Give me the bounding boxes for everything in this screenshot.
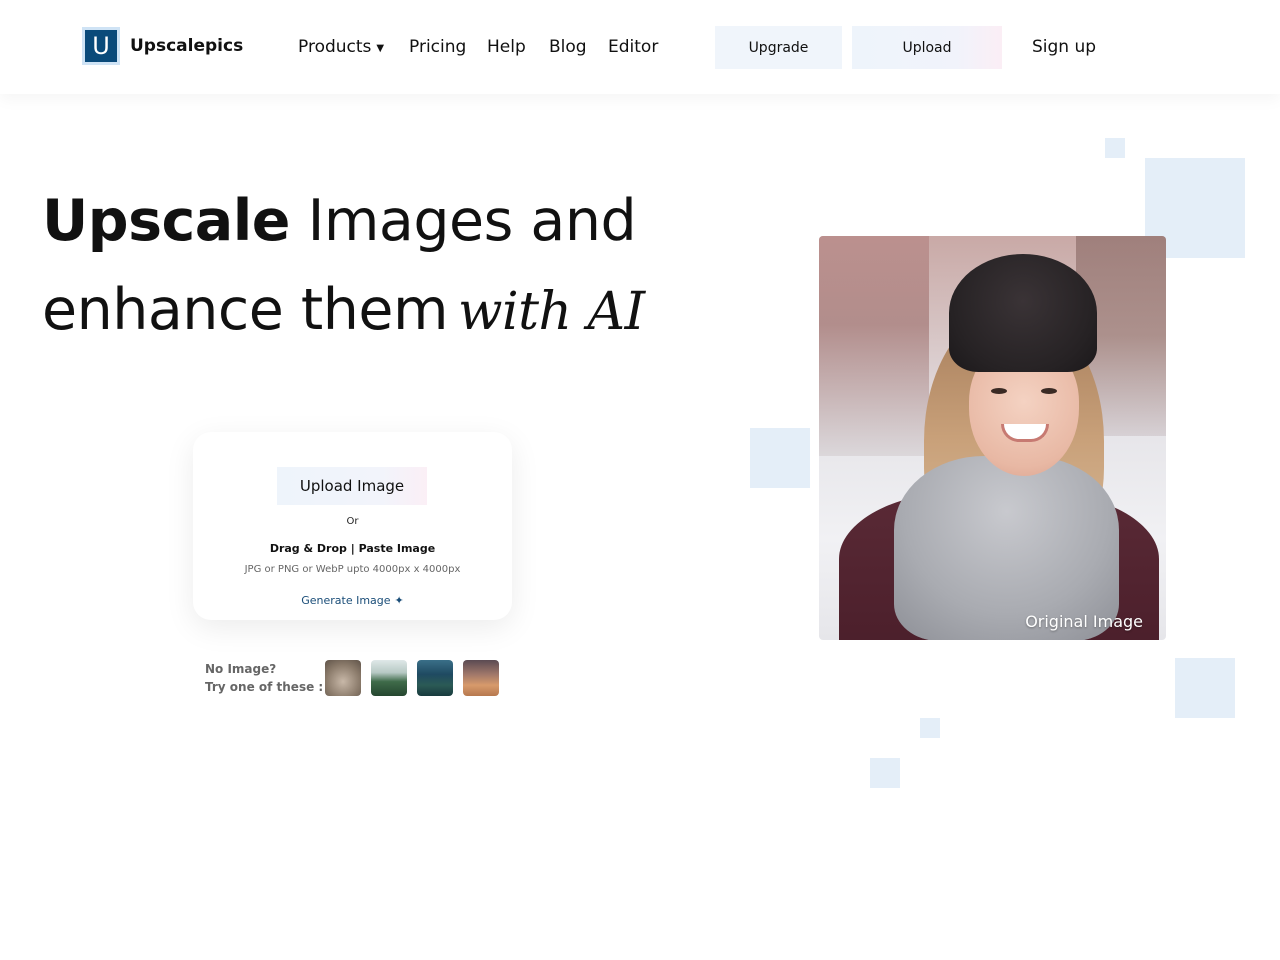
deco-square [1175, 658, 1235, 718]
photo-beanie [949, 254, 1097, 372]
signup-link[interactable]: Sign up [1032, 37, 1096, 57]
sample-thumb-street[interactable] [417, 660, 453, 696]
hero-title-main: enhance them [42, 277, 448, 343]
hero-title-rest: Images and [289, 188, 637, 254]
logo-icon[interactable]: U [82, 27, 120, 65]
sample-prompt-line2: Try one of these : [205, 680, 324, 694]
hero-title-line2: enhance them with AI [42, 277, 645, 343]
nav-blog[interactable]: Blog [549, 37, 587, 57]
nav-pricing[interactable]: Pricing [409, 37, 466, 57]
drag-drop-hint: Drag & Drop | Paste Image [269, 542, 436, 555]
upload-dropzone[interactable]: Upload Image Or Drag & Drop | Paste Imag… [193, 432, 512, 620]
sample-thumb-lake[interactable] [371, 660, 407, 696]
photo-eye [991, 388, 1007, 394]
hero-highlight-word: Upscale [34, 188, 296, 256]
sparkle-icon: ✦ [394, 594, 404, 607]
nav-editor[interactable]: Editor [608, 37, 658, 57]
nav-products[interactable]: Products ▼ [298, 37, 384, 57]
generate-image-label: Generate Image [301, 594, 391, 607]
deco-square [1105, 138, 1125, 158]
original-image-label: Original Image [1025, 612, 1143, 631]
hero-original-image: Original Image [819, 236, 1166, 640]
upload-button[interactable]: Upload [852, 26, 1002, 69]
photo-bg-left [819, 236, 929, 456]
deco-square [870, 758, 900, 788]
format-hint: JPG or PNG or WebP upto 4000px x 4000px [244, 564, 461, 575]
hero-title-line1: Upscale Images and [34, 188, 637, 256]
sample-prompt: No Image? Try one of these : [205, 660, 323, 696]
deco-square [750, 428, 810, 488]
photo-eye [1041, 388, 1057, 394]
nav-products-label: Products [298, 37, 372, 57]
upload-image-button[interactable]: Upload Image [277, 467, 427, 505]
brand-name[interactable]: Upscalepics [130, 36, 243, 56]
sample-thumb-cat[interactable] [325, 660, 361, 696]
generate-image-link[interactable]: Generate Image ✦ [193, 594, 512, 607]
sample-prompt-line1: No Image? [205, 662, 277, 676]
top-navbar: U Upscalepics Products ▼ Pricing Help Blo… [0, 0, 1280, 94]
deco-square [920, 718, 940, 738]
nav-help[interactable]: Help [487, 37, 526, 57]
sample-thumb-laptop[interactable] [463, 660, 499, 696]
or-separator: Or [346, 516, 359, 527]
hero-title-accent: with AI [457, 282, 645, 342]
caret-down-icon: ▼ [376, 43, 385, 54]
upgrade-button[interactable]: Upgrade [715, 26, 842, 69]
